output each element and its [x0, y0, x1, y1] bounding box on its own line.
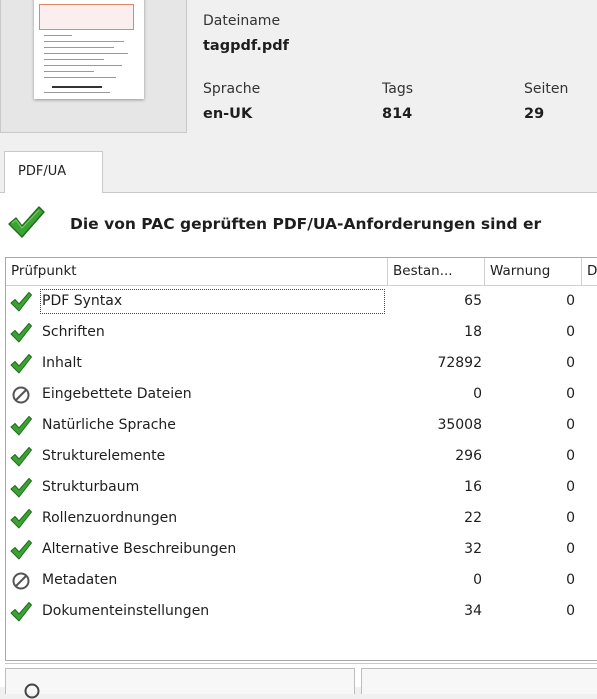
table-row[interactable]: PDF Syntax 65 0: [6, 286, 597, 317]
status-message: Die von PAC geprüften PDF/UA-Anforderung…: [70, 215, 542, 233]
warning-count: 0: [566, 386, 575, 402]
warning-count: 0: [566, 541, 575, 557]
passed-count: 22: [464, 510, 482, 526]
table-row[interactable]: Strukturelemente 296 0: [6, 441, 597, 472]
column-header-checkpoint[interactable]: Prüfpunkt: [6, 258, 388, 286]
passed-count: 34: [464, 603, 482, 619]
table-row[interactable]: Strukturbaum 16 0: [6, 472, 597, 503]
warning-count: 0: [566, 448, 575, 464]
check-icon: [10, 322, 32, 344]
checkpoint-name: Dokumenteinstellungen: [42, 603, 210, 619]
tags-value: 814: [382, 106, 413, 122]
passed-count: 0: [473, 386, 482, 402]
passed-count: 0: [473, 572, 482, 588]
tags-label: Tags: [382, 81, 413, 97]
column-header-d[interactable]: D: [582, 258, 597, 286]
filename-label: Dateiname: [203, 13, 281, 29]
check-icon: [10, 291, 32, 313]
results-grid[interactable]: Prüfpunkt Bestan... Warnung D PDF Syntax…: [5, 257, 597, 661]
info-icon: [24, 683, 40, 699]
table-row[interactable]: Inhalt 72892 0: [6, 348, 597, 379]
passed-count: 72892: [437, 355, 482, 371]
checkpoint-name: Rollenzuordnungen: [42, 510, 178, 526]
check-icon: [10, 601, 32, 623]
passed-count: 296: [455, 448, 482, 464]
warning-count: 0: [566, 417, 575, 433]
document-thumbnail: [0, 0, 187, 133]
checkpoint-name: Natürliche Sprache: [42, 417, 176, 433]
pages-label: Seiten: [524, 81, 569, 97]
column-header-passed[interactable]: Bestan...: [388, 258, 485, 286]
warning-count: 0: [566, 355, 575, 371]
checkpoint-name: Eingebettete Dateien: [42, 386, 192, 402]
check-icon: [10, 539, 32, 561]
check-icon: [10, 508, 32, 530]
warning-count: 0: [566, 479, 575, 495]
filename-value: tagpdf.pdf: [203, 38, 289, 54]
not-applicable-icon: [10, 384, 32, 406]
passed-count: 16: [464, 479, 482, 495]
language-label: Sprache: [203, 81, 261, 97]
warning-count: 0: [566, 324, 575, 340]
language-value: en-UK: [203, 106, 253, 122]
passed-count: 18: [464, 324, 482, 340]
warning-count: 0: [566, 572, 575, 588]
checkpoint-name: Schriften: [42, 324, 105, 340]
checkpoint-name: Alternative Beschreibungen: [42, 541, 237, 557]
table-row[interactable]: Metadaten 0 0: [6, 565, 597, 596]
checkpoint-name: Metadaten: [42, 572, 118, 588]
tab-pdfua[interactable]: PDF/UA: [4, 151, 103, 193]
check-icon: [10, 415, 32, 437]
passed-count: 32: [464, 541, 482, 557]
table-row[interactable]: Eingebettete Dateien 0 0: [6, 379, 597, 410]
warning-count: 0: [566, 510, 575, 526]
bottom-panel-right[interactable]: [361, 668, 597, 694]
bottom-panels: [5, 663, 597, 699]
check-icon: [10, 446, 32, 468]
check-icon: [10, 353, 32, 375]
checkpoint-name: Inhalt: [42, 355, 82, 371]
result-panel: Die von PAC geprüften PDF/UA-Anforderung…: [0, 193, 597, 699]
check-icon: [8, 206, 45, 238]
bottom-panel-left[interactable]: [5, 668, 355, 699]
table-row[interactable]: Rollenzuordnungen 22 0: [6, 503, 597, 534]
warning-count: 0: [566, 603, 575, 619]
page-preview: [34, 0, 144, 99]
pages-value: 29: [524, 106, 545, 122]
checkpoint-name: Strukturelemente: [42, 448, 166, 464]
passed-count: 35008: [437, 417, 482, 433]
checkpoint-name: PDF Syntax: [39, 288, 386, 315]
not-applicable-icon: [10, 570, 32, 592]
table-row[interactable]: Alternative Beschreibungen 32 0: [6, 534, 597, 565]
column-header-warning[interactable]: Warnung: [485, 258, 582, 286]
checkpoint-name: Strukturbaum: [42, 479, 140, 495]
table-row[interactable]: Schriften 18 0: [6, 317, 597, 348]
grid-header: Prüfpunkt Bestan... Warnung D: [6, 258, 597, 286]
passed-count: 65: [464, 293, 482, 309]
table-row[interactable]: Natürliche Sprache 35008 0: [6, 410, 597, 441]
warning-count: 0: [566, 293, 575, 309]
table-row[interactable]: Dokumenteinstellungen 34 0: [6, 596, 597, 627]
check-icon: [10, 477, 32, 499]
